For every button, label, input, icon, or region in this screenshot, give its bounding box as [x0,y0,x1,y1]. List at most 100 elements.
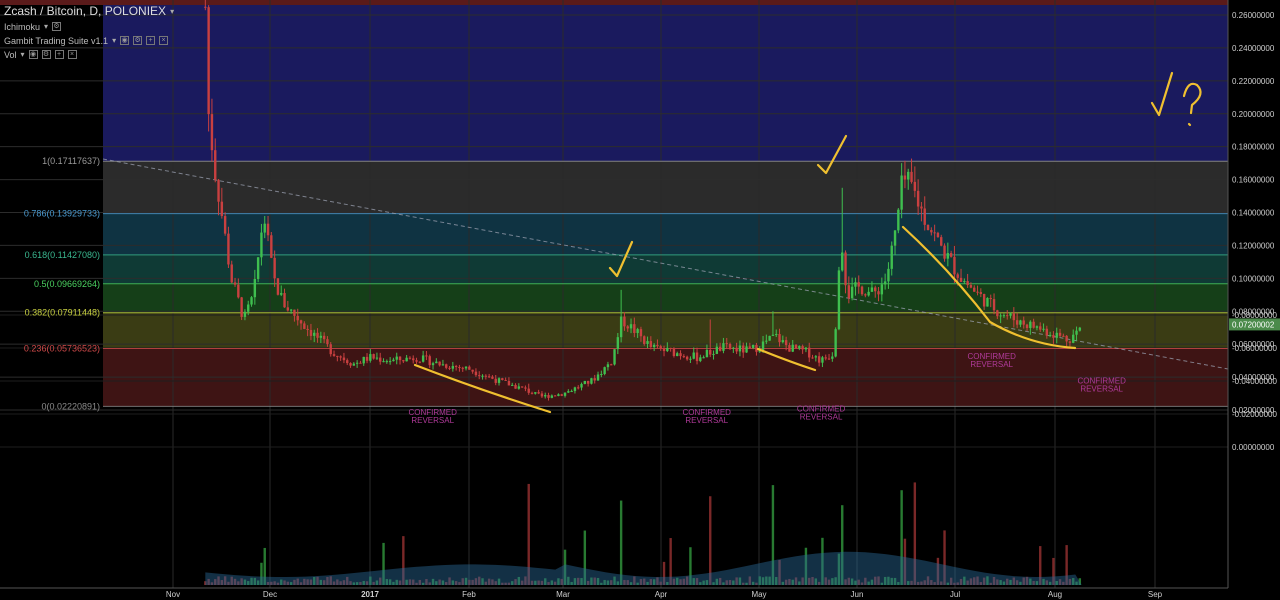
price-axis-bg [1228,0,1280,600]
candle-body [745,346,748,353]
candle-body [438,361,441,366]
candle-body [765,340,768,342]
close-icon[interactable]: × [159,36,169,45]
candle-body [996,310,999,317]
candle-body [547,395,550,398]
candle-body [491,376,494,379]
chevron-down-icon[interactable]: ▾ [44,22,48,31]
candle-body [999,315,1002,317]
symbol-title[interactable]: Zcash / Bitcoin, D, POLONIEX [4,4,166,18]
candle-body [887,268,890,282]
candle-body [511,384,514,386]
candle-body [214,150,217,180]
candle-body [969,285,973,288]
candle-body [1032,321,1035,328]
fib-label: 0.618(0.11427080) [25,250,100,260]
candle-body [474,371,478,376]
candle-body [907,171,910,180]
time-tick: Feb [462,590,476,599]
candle-body [464,366,468,369]
candle-body [699,357,702,362]
candle-body [903,175,907,180]
candle-body [458,366,461,368]
candle-body [953,256,956,275]
candle-body [893,230,897,246]
candle-body [854,282,857,287]
candle-body [398,356,402,361]
candle-body [943,245,946,259]
candle-body [431,363,435,366]
candle-body [527,388,530,393]
candle-body [662,348,666,352]
candle-body [930,229,933,233]
candle-body [695,352,699,362]
candle-body [784,340,788,346]
candle-body [761,341,765,350]
candle-body [966,281,969,286]
candle-body [1039,326,1042,330]
price-chart[interactable]: 1(0.17117637) 0.786(0.13929733) 0.618(0.11… [0,0,1280,600]
candle-body [1019,320,1022,325]
indicator-ichimoku[interactable]: Ichimoku ▾ ⚙ [4,21,174,32]
candle-body [672,348,676,357]
indicator-vol[interactable]: Vol ▾ ◉ ⚙ + × [4,49,174,60]
candle-body [794,344,798,349]
candle-body [405,357,408,362]
settings-icon[interactable]: ⚙ [41,50,51,59]
candle-body [379,357,382,362]
candle-body [273,257,276,279]
candle-body [768,335,771,341]
candle-body [557,394,560,396]
candle-body [478,375,481,377]
candle-body [613,349,616,365]
indicator-gambit[interactable]: Gambit Trading Suite v1.1 ▾ ◉ ⚙ + × [4,35,174,46]
candle-body [428,356,431,366]
settings-icon[interactable]: ⚙ [133,36,143,45]
volume-bar [709,496,712,585]
candle-body [517,386,521,389]
candle-body [949,253,953,257]
candle-body [540,393,544,397]
close-icon[interactable]: × [67,50,77,59]
candle-body [583,380,587,384]
candle-body [339,356,342,358]
candle-body [705,349,709,358]
candle-body [266,223,270,236]
chevron-down-icon[interactable]: ▾ [21,50,25,59]
fib-band [103,254,1228,284]
candle-body [415,360,418,362]
candle-body [293,309,296,316]
fib-label: 0.382(0.07911448) [25,308,100,318]
candle-body [501,378,504,380]
add-icon[interactable]: + [146,36,156,45]
candle-body [296,315,299,321]
candle-body [715,346,719,354]
candle-body [1062,335,1065,337]
fib-bands [0,0,1228,407]
eye-icon[interactable]: ◉ [120,36,130,45]
settings-icon[interactable]: ⚙ [52,22,62,31]
candle-body [454,366,458,368]
candle-body [468,366,471,370]
chevron-down-icon[interactable]: ▾ [170,7,174,16]
candle-body [877,291,880,295]
candle-body [270,235,273,258]
candle-body [639,329,643,337]
candle-body [666,347,669,352]
chevron-down-icon[interactable]: ▾ [112,36,116,45]
candle-body [659,346,662,349]
candle-body [217,179,220,202]
candle-body [507,380,511,386]
candle-body [537,392,540,394]
candle-body [395,356,398,360]
indicator-label: Vol [4,49,17,60]
symbol-title-row[interactable]: Zcash / Bitcoin, D, POLONIEX ▾ [4,4,174,18]
candle-body [560,394,563,396]
time-tick: Sep [1148,590,1163,599]
add-icon[interactable]: + [54,50,64,59]
candle-body [728,343,732,349]
candle-body [567,391,570,393]
candle-body [606,364,610,368]
eye-icon[interactable]: ◉ [28,50,38,59]
candle-body [709,349,712,355]
